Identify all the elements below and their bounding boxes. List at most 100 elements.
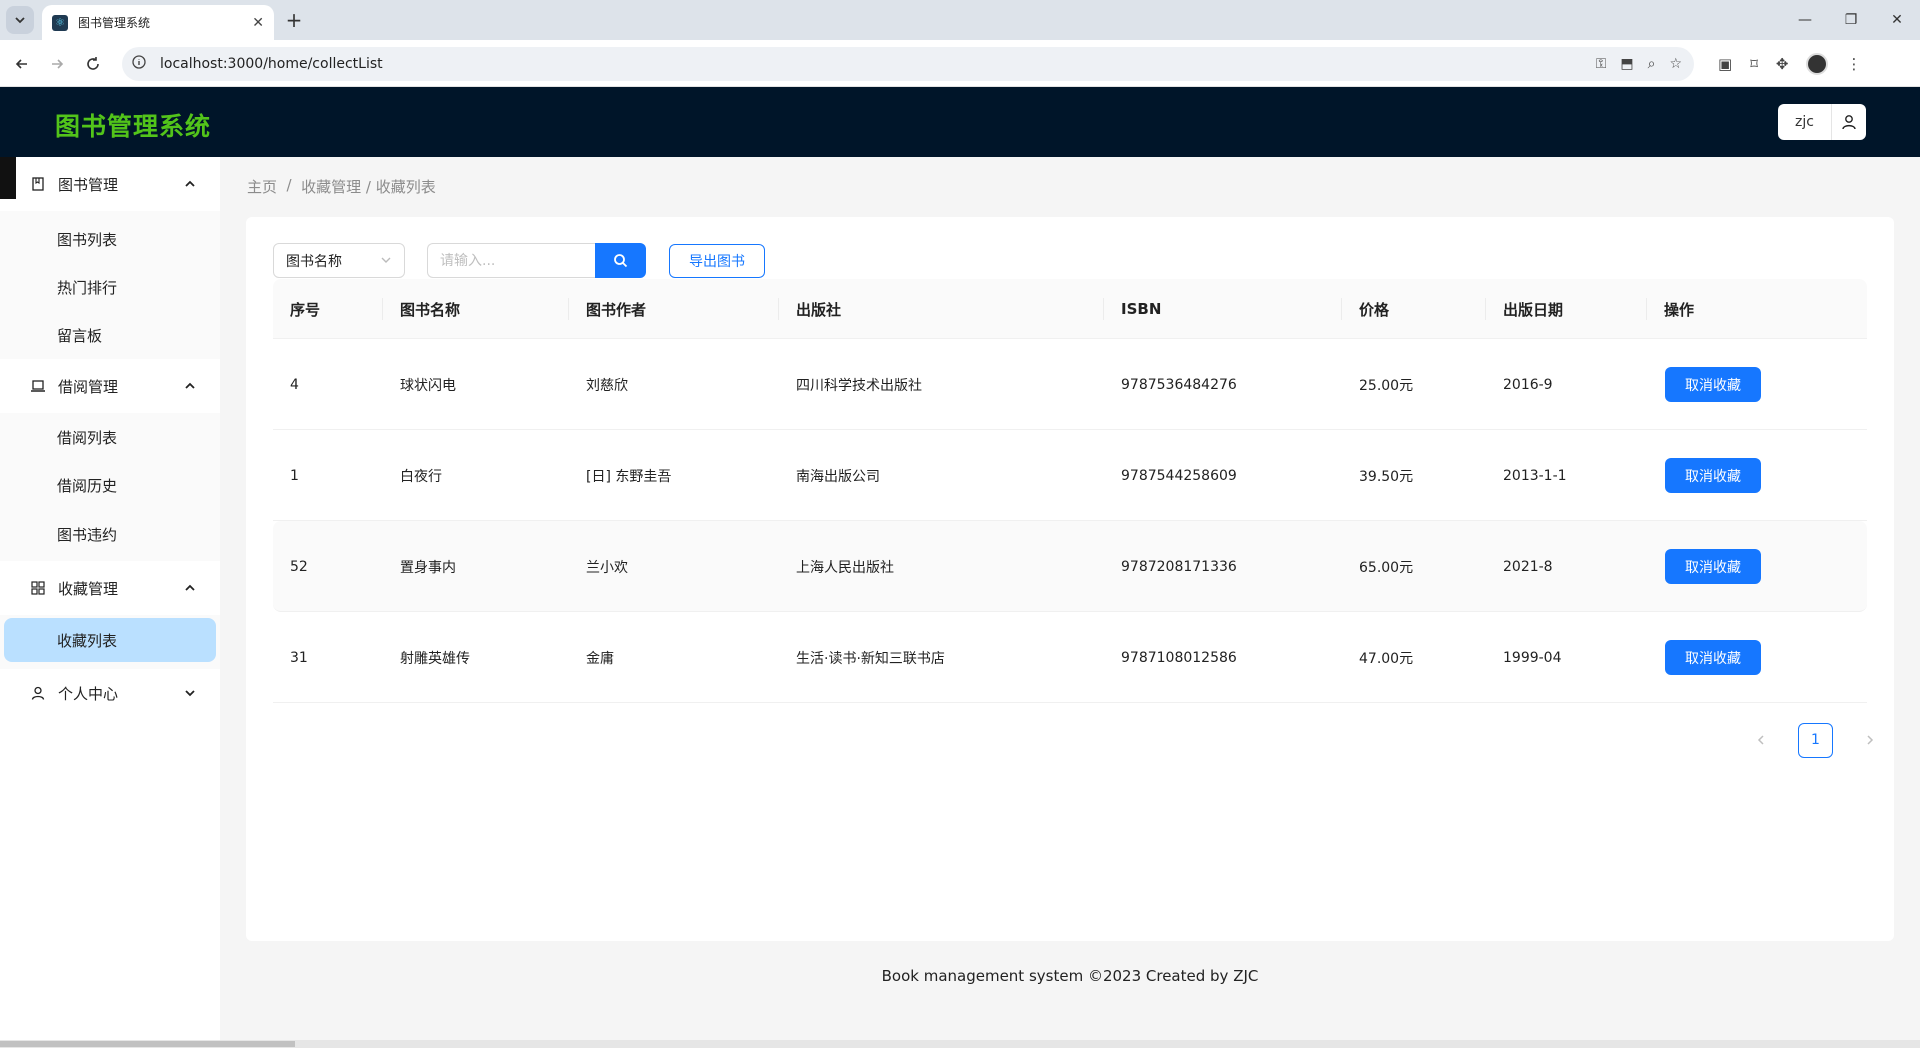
sidebar-item-hot-ranking[interactable]: 热门排行: [0, 265, 220, 309]
pagination: 1: [1744, 722, 1887, 758]
export-books-button[interactable]: 导出图书: [669, 244, 765, 278]
sidebar-item-borrow-history[interactable]: 借阅历史: [0, 463, 220, 507]
sidebar-group-label: 收藏管理: [58, 579, 119, 598]
chevron-left-icon: [1757, 735, 1764, 745]
search-button[interactable]: [595, 243, 646, 278]
horizontal-scrollbar[interactable]: [0, 1040, 1920, 1048]
col-divider: [1485, 298, 1486, 320]
col-header-author: 图书作者: [586, 300, 647, 319]
more-menu-icon[interactable]: ⋮: [1846, 55, 1861, 73]
cell-isbn: 9787544258609: [1121, 467, 1237, 484]
cell-date: 2021-8: [1503, 558, 1553, 575]
app-header: 图书管理系统 zjc: [0, 87, 1920, 157]
search-input[interactable]: [427, 243, 596, 278]
password-key-icon[interactable]: ⚿: [1596, 56, 1607, 72]
select-value: 图书名称: [286, 253, 342, 270]
extension-icon[interactable]: ▣: [1718, 55, 1732, 73]
chevron-right-icon: [1867, 735, 1874, 745]
minimize-button[interactable]: —: [1782, 0, 1828, 40]
sidebar-group-book-management[interactable]: 图书管理: [0, 157, 220, 211]
browser-tab[interactable]: ⚛ 图书管理系统 ✕: [42, 5, 274, 40]
close-window-button[interactable]: ✕: [1874, 0, 1920, 40]
cell-action: 取消收藏: [1665, 521, 1761, 612]
col-divider: [1646, 298, 1647, 320]
tab-search-button[interactable]: [6, 6, 34, 34]
col-divider: [1341, 298, 1342, 320]
cell-name: 白夜行: [400, 468, 442, 485]
react-favicon-icon: ⚛: [52, 14, 68, 31]
cell-author: 金庸: [586, 650, 614, 667]
back-button[interactable]: [8, 50, 36, 78]
profile-avatar[interactable]: [1806, 53, 1829, 75]
chevron-up-icon: [182, 380, 198, 392]
arrow-right-icon: [52, 59, 64, 69]
address-bar[interactable]: localhost:3000/home/collectList ⚿ ⬒ ⌕ ☆: [122, 47, 1694, 81]
prev-page-button[interactable]: [1744, 723, 1778, 757]
submenu-book-management: 图书列表 热门排行 留言板: [0, 211, 220, 359]
page-number-button[interactable]: 1: [1798, 722, 1833, 758]
sidebar-group-collect-management[interactable]: 收藏管理: [0, 561, 220, 615]
forward-button[interactable]: [43, 50, 71, 78]
restore-button[interactable]: ❐: [1828, 0, 1874, 40]
cell-price: 39.50元: [1359, 468, 1414, 485]
site-info-icon[interactable]: [132, 55, 152, 73]
table-row: 4 球状闪电 刘慈欣 四川科学技术出版社 9787536484276 25.00…: [273, 339, 1867, 430]
puzzle-extensions-icon[interactable]: ✥: [1776, 55, 1789, 73]
sidebar-item-borrow-list[interactable]: 借阅列表: [0, 415, 220, 459]
cell-id: 52: [290, 558, 308, 575]
cell-action: 取消收藏: [1665, 430, 1761, 521]
cancel-collect-button[interactable]: 取消收藏: [1665, 640, 1761, 675]
cell-id: 1: [290, 467, 299, 484]
col-header-isbn: ISBN: [1121, 300, 1162, 318]
cell-isbn: 9787536484276: [1121, 376, 1237, 393]
browser-toolbar: localhost:3000/home/collectList ⚿ ⬒ ⌕ ☆ …: [0, 40, 1920, 87]
user-icon[interactable]: [1832, 104, 1866, 140]
bookmarks-icon[interactable]: ⌑: [1750, 55, 1758, 73]
col-header-id: 序号: [290, 300, 321, 319]
sidebar-group-label: 个人中心: [58, 684, 119, 703]
next-page-button[interactable]: [1853, 723, 1887, 757]
chevron-up-icon: [182, 582, 198, 594]
col-header-date: 出版日期: [1503, 300, 1564, 319]
cell-isbn: 9787208171336: [1121, 558, 1237, 575]
user-menu[interactable]: zjc: [1778, 104, 1866, 140]
cell-date: 1999-04: [1503, 649, 1562, 666]
reload-button[interactable]: [79, 50, 107, 78]
new-tab-button[interactable]: +: [282, 8, 306, 32]
cell-action: 取消收藏: [1665, 339, 1761, 430]
sidebar-item-book-list[interactable]: 图书列表: [0, 217, 220, 261]
col-header-action: 操作: [1664, 300, 1695, 319]
sidebar-item-collect-list[interactable]: 收藏列表: [4, 618, 216, 662]
username[interactable]: zjc: [1778, 104, 1832, 140]
sidebar-group-label: 借阅管理: [58, 377, 119, 396]
user-icon: [30, 685, 46, 701]
cell-price: 65.00元: [1359, 559, 1414, 576]
zoom-icon[interactable]: ⌕: [1648, 56, 1656, 72]
cell-publisher: 生活·读书·新知三联书店: [796, 650, 945, 667]
sidebar-item-message-board[interactable]: 留言板: [0, 313, 220, 357]
bookmark-star-icon[interactable]: ☆: [1669, 56, 1682, 72]
breadcrumb-current: 收藏管理 / 收藏列表: [301, 178, 436, 196]
sidebar-item-book-violation[interactable]: 图书违约: [0, 512, 220, 556]
chevron-down-icon: [182, 687, 198, 699]
breadcrumb-separator: /: [277, 176, 302, 194]
grid-icon: [30, 580, 46, 596]
scrollbar-thumb[interactable]: [0, 1041, 295, 1047]
reload-icon: [87, 57, 99, 70]
url-text[interactable]: localhost:3000/home/collectList: [160, 56, 383, 72]
cell-id: 4: [290, 376, 299, 393]
cancel-collect-button[interactable]: 取消收藏: [1665, 458, 1761, 493]
breadcrumb-home-link[interactable]: 主页: [247, 176, 277, 197]
chevron-down-icon: [380, 254, 392, 270]
tab-close-icon[interactable]: ✕: [252, 15, 264, 31]
sidebar-group-personal-center[interactable]: 个人中心: [0, 666, 220, 720]
install-app-icon[interactable]: ⬒: [1620, 56, 1633, 72]
cancel-collect-button[interactable]: 取消收藏: [1665, 549, 1761, 584]
search-field-select[interactable]: 图书名称: [273, 243, 405, 278]
cell-id: 31: [290, 649, 308, 666]
cancel-collect-button[interactable]: 取消收藏: [1665, 367, 1761, 402]
cell-action: 取消收藏: [1665, 612, 1761, 703]
browser-extensions: ▣ ⌑ ✥ ⋮: [1718, 48, 1861, 80]
cell-name: 置身事内: [400, 559, 456, 576]
sidebar-group-borrow-management[interactable]: 借阅管理: [0, 359, 220, 413]
